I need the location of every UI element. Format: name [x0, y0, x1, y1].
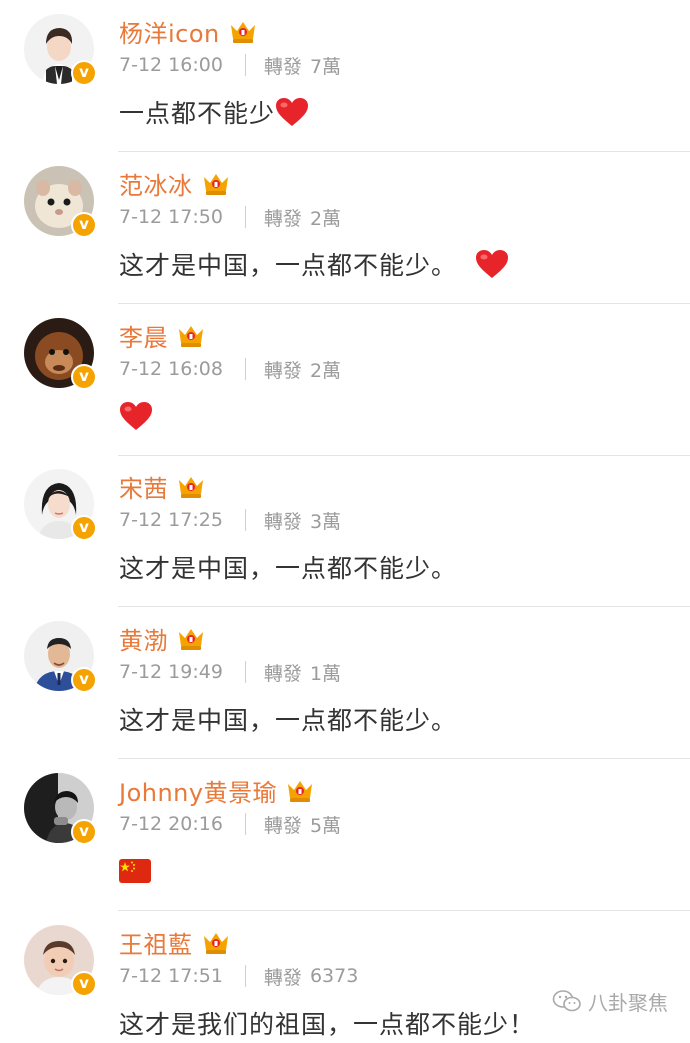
avatar[interactable]: v — [24, 14, 97, 86]
post-time: 7-12 20:16 — [119, 813, 223, 835]
meta-divider — [244, 813, 246, 835]
post-item[interactable]: v 杨洋icon 7-12 16:00 轉發 7萬 一点都不能少 — [0, 0, 690, 152]
post-content: 这才是中国，一点都不能少。 — [119, 547, 457, 587]
repost-count: 7萬 — [309, 55, 342, 78]
verified-badge-icon: v — [71, 515, 97, 541]
repost-label[interactable]: 轉發 — [264, 52, 302, 79]
crown-badge-icon — [176, 472, 206, 500]
meta-divider — [244, 206, 246, 228]
post-content — [119, 396, 153, 436]
post-text: 一点都不能少 — [119, 99, 276, 128]
crown-badge-icon — [285, 776, 315, 804]
post-time: 7-12 16:00 — [119, 54, 223, 76]
repost-count: 6373 — [309, 965, 359, 987]
post-item[interactable]: v Johnny黄景瑜 7-12 20:16 轉發 5萬 — [0, 759, 690, 911]
repost-label[interactable]: 轉發 — [264, 963, 302, 990]
user-name[interactable]: 黄渤 — [119, 621, 168, 656]
meta-divider — [244, 358, 246, 380]
post-item[interactable]: v 范冰冰 7-12 17:50 轉發 2萬 这才是中国，一点都不能少。 — [0, 152, 690, 304]
repost-count: 2萬 — [309, 359, 342, 382]
verified-badge-icon: v — [71, 60, 97, 86]
user-name[interactable]: 李晨 — [119, 318, 168, 353]
post-time: 7-12 17:51 — [119, 965, 223, 987]
repost-count: 3萬 — [309, 510, 342, 533]
post-item[interactable]: v 李晨 7-12 16:08 轉發 2萬 — [0, 304, 690, 456]
verified-badge-icon: v — [71, 212, 97, 238]
post-content: 这才是中国，一点都不能少。 — [119, 244, 509, 284]
post-item[interactable]: v 黄渤 7-12 19:49 轉發 1萬 这才是中国，一点都不能少。 — [0, 607, 690, 759]
verified-badge-icon: v — [71, 819, 97, 845]
post-time: 7-12 19:49 — [119, 661, 223, 683]
crown-badge-icon — [201, 928, 231, 956]
meta-divider — [244, 509, 246, 531]
post-content — [119, 851, 151, 891]
post-content: 这才是我们的祖国，一点都不能少！ — [119, 1003, 535, 1043]
repost-label[interactable]: 轉發 — [264, 659, 302, 686]
repost-label[interactable]: 轉發 — [264, 204, 302, 231]
meta-divider — [244, 661, 246, 683]
crown-badge-icon — [228, 17, 258, 45]
verified-badge-icon: v — [71, 364, 97, 390]
heart-emoji-icon — [475, 249, 509, 279]
crown-badge-icon — [176, 321, 206, 349]
heart-emoji-icon — [119, 401, 153, 431]
repost-label[interactable]: 轉發 — [264, 356, 302, 383]
meta-divider — [244, 54, 246, 76]
post-content: 这才是中国，一点都不能少。 — [119, 699, 457, 739]
post-text: 这才是中国，一点都不能少。 — [119, 251, 458, 280]
avatar[interactable]: v — [24, 469, 97, 541]
user-name[interactable]: Johnny黄景瑜 — [119, 773, 277, 808]
avatar[interactable]: v — [24, 318, 97, 390]
repost-count: 5萬 — [309, 814, 342, 837]
post-item[interactable]: v 宋茜 7-12 17:25 轉發 3萬 这才是中国，一点都不能少。 — [0, 455, 690, 607]
weibo-comment-feed: v 杨洋icon 7-12 16:00 轉發 7萬 一点都不能少 v 范冰冰 7… — [0, 0, 690, 1039]
user-name[interactable]: 范冰冰 — [119, 166, 193, 201]
heart-emoji-icon — [275, 97, 309, 127]
crown-badge-icon — [176, 624, 206, 652]
wechat-icon — [552, 990, 581, 1012]
post-time: 7-12 16:08 — [119, 358, 223, 380]
watermark-text: 八卦聚焦 — [588, 990, 668, 1015]
avatar[interactable]: v — [24, 773, 97, 845]
repost-count: 2萬 — [309, 207, 342, 230]
user-name[interactable]: 王祖藍 — [119, 925, 193, 960]
post-content: 一点都不能少 — [119, 92, 309, 132]
post-text: 这才是我们的祖国，一点都不能少！ — [119, 1010, 536, 1039]
post-item[interactable]: v 王祖藍 7-12 17:51 轉發 6373 这才是我们的祖国，一点都不能少… — [0, 911, 690, 1039]
crown-badge-icon — [201, 169, 231, 197]
repost-label[interactable]: 轉發 — [264, 507, 302, 534]
verified-badge-icon: v — [71, 667, 97, 693]
repost-label[interactable]: 轉發 — [264, 811, 302, 838]
avatar[interactable]: v — [24, 621, 97, 693]
avatar[interactable]: v — [24, 166, 97, 238]
avatar[interactable]: v — [24, 925, 97, 997]
user-name[interactable]: 宋茜 — [119, 469, 168, 504]
user-name[interactable]: 杨洋icon — [119, 14, 220, 49]
china-flag-icon — [119, 859, 151, 883]
post-time: 7-12 17:50 — [119, 206, 223, 228]
verified-badge-icon: v — [71, 971, 97, 997]
post-text: 这才是中国，一点都不能少。 — [119, 706, 458, 735]
watermark: 八卦聚焦 — [552, 986, 668, 1016]
post-text: 这才是中国，一点都不能少。 — [119, 554, 458, 583]
meta-divider — [244, 965, 246, 987]
post-time: 7-12 17:25 — [119, 509, 223, 531]
repost-count: 1萬 — [309, 662, 342, 685]
